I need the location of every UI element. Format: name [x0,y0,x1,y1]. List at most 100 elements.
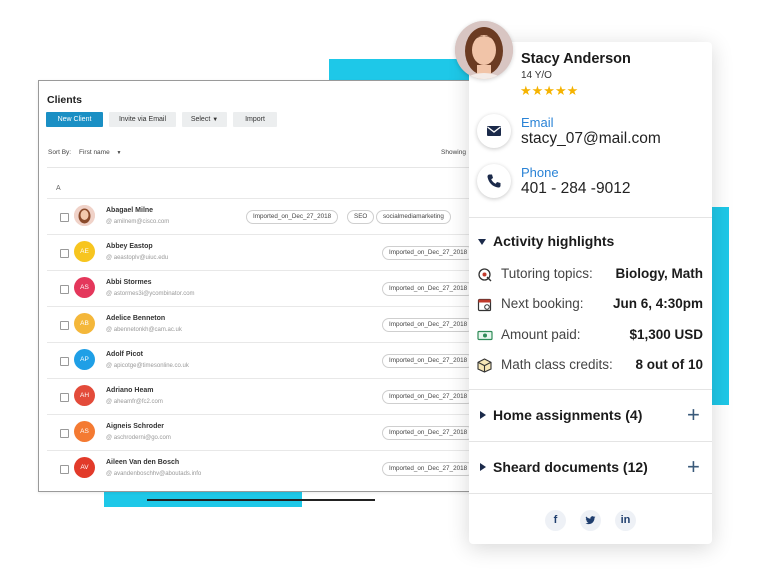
client-tag[interactable]: Imported_on_Dec_27_2018 [382,246,475,260]
row-checkbox[interactable] [60,213,69,222]
divider [469,493,712,494]
client-email: @ avandenboschhv@aboutads.info [106,471,202,477]
highlight-label: Next booking: [501,296,584,311]
highlight-value: Jun 6, 4:30pm [612,296,703,311]
avatar: AE [74,241,95,262]
sort-select[interactable]: First name ▼ [79,147,129,159]
client-email: @ amilnem@cisco.com [106,219,170,225]
client-tag[interactable]: Imported_on_Dec_27_2018 [382,462,475,476]
new-client-button[interactable]: New Client [46,112,103,127]
row-checkbox[interactable] [60,285,69,294]
shared-documents-title[interactable]: Sheard documents (12) [493,459,648,475]
client-row[interactable]: AE Abbey Eastop @ aeastoplv@uiuc.edu Import… [47,234,483,271]
client-row[interactable]: AP Adolf Picot @ apicotge@timesonline.co.u… [47,342,483,379]
highlight-value: 8 out of 10 [635,357,703,372]
avatar: AH [74,385,95,406]
box-icon [477,358,492,378]
client-email: @ aeastoplv@uiuc.edu [106,255,169,261]
row-checkbox[interactable] [60,393,69,402]
client-name[interactable]: Abbey Eastop [106,243,153,250]
calendar-icon [477,297,492,317]
horizontal-scrollbar[interactable] [147,499,375,501]
client-email: @ aheamfr@fc2.com [106,399,163,405]
rating-stars: ★★★★★ [520,83,579,98]
profile-photo [455,21,513,79]
envelope-icon [487,126,501,136]
linkedin-icon[interactable]: in [615,510,636,531]
client-name[interactable]: Adolf Picot [106,351,143,358]
profile-name: Stacy Anderson [521,51,631,67]
client-name[interactable]: Aigneis Schroder [106,423,164,430]
sort-value: First name [79,149,110,156]
divider [469,217,712,218]
avatar: AB [74,313,95,334]
select-label: Select [190,116,211,123]
divider [469,389,712,390]
add-document-plus-icon[interactable]: + [687,456,700,478]
client-tag[interactable]: SEO [347,210,375,224]
row-checkbox[interactable] [60,321,69,330]
expand-arrow-icon[interactable] [480,411,486,419]
highlight-label: Tutoring topics: [501,266,593,281]
facebook-icon[interactable]: f [545,510,566,531]
activity-highlights-title[interactable]: Activity highlights [493,233,614,249]
accent-block-right [711,207,729,405]
client-tag[interactable]: Imported_on_Dec_27_2018 [382,318,475,332]
client-tag[interactable]: Imported_on_Dec_27_2018 [382,282,475,296]
client-name[interactable]: Abagael Milne [106,207,153,214]
invite-email-button[interactable]: Invite via Email [109,112,176,127]
client-email: @ abennetonkh@cam.ac.uk [106,327,182,333]
client-row[interactable]: AV Aileen Van den Bosch @ avandenboschhv@a… [47,450,483,487]
row-checkbox[interactable] [60,465,69,474]
client-tag[interactable]: Imported_on_Dec_27_2018 [382,426,475,440]
showing-label: Showing [441,149,466,156]
client-row[interactable]: Abagael Milne @ amilnem@cisco.com Imported… [47,198,483,235]
avatar: AS [74,421,95,442]
phone-value[interactable]: 401 - 284 -9012 [521,180,630,198]
collapse-arrow-icon[interactable] [478,239,486,245]
home-assignments-title[interactable]: Home assignments (4) [493,407,642,423]
group-letter: A [56,185,61,192]
caret-down-icon: ▼ [212,117,219,123]
row-checkbox[interactable] [60,429,69,438]
client-name[interactable]: Adelice Benneton [106,315,165,322]
client-row[interactable]: AS Aigneis Schroder @ aschroderni@go.com Im… [47,414,483,451]
import-button[interactable]: Import [233,112,277,127]
twitter-icon[interactable] [580,510,601,531]
client-name[interactable]: Abbi Stormes [106,279,152,286]
client-row[interactable]: AS Abbi Stormes @ astormes3i@ycombinator.c… [47,270,483,307]
avatar: AP [74,349,95,370]
highlight-value: $1,300 USD [629,327,703,342]
caret-down-icon: ▼ [116,150,122,156]
email-value[interactable]: stacy_07@mail.com [521,130,661,148]
client-name[interactable]: Aileen Van den Bosch [106,459,179,466]
client-tag[interactable]: Imported_on_Dec_27_2018 [382,354,475,368]
client-tag[interactable]: socialmediamarketing [376,210,451,224]
select-dropdown[interactable]: Select ▼ [182,112,227,127]
phone-label: Phone [521,165,559,180]
client-tag[interactable]: Imported_on_Dec_27_2018 [246,210,339,224]
avatar: AV [74,457,95,478]
client-row[interactable]: AB Adelice Benneton @ abennetonkh@cam.ac.u… [47,306,483,343]
avatar [74,205,95,226]
client-email: @ apicotge@timesonline.co.uk [106,363,189,369]
client-email: @ aschroderni@go.com [106,435,171,441]
phone-icon [487,174,501,188]
money-icon [477,328,493,348]
phone-button[interactable] [477,164,511,198]
email-button[interactable] [477,114,511,148]
row-checkbox[interactable] [60,357,69,366]
tutoring-icon [477,267,492,287]
row-checkbox[interactable] [60,249,69,258]
add-assignment-plus-icon[interactable]: + [687,404,700,426]
client-name[interactable]: Adriano Heam [106,387,153,394]
client-row[interactable]: AH Adriano Heam @ aheamfr@fc2.com Imported_… [47,378,483,415]
divider [469,441,712,442]
client-tag[interactable]: Imported_on_Dec_27_2018 [382,390,475,404]
highlight-label: Amount paid: [501,327,581,342]
clients-window: Clients New Client Invite via Email Sele… [38,80,484,492]
email-label: Email [521,115,554,130]
expand-arrow-icon[interactable] [480,463,486,471]
highlight-value: Biology, Math [615,266,704,281]
divider [47,167,483,168]
